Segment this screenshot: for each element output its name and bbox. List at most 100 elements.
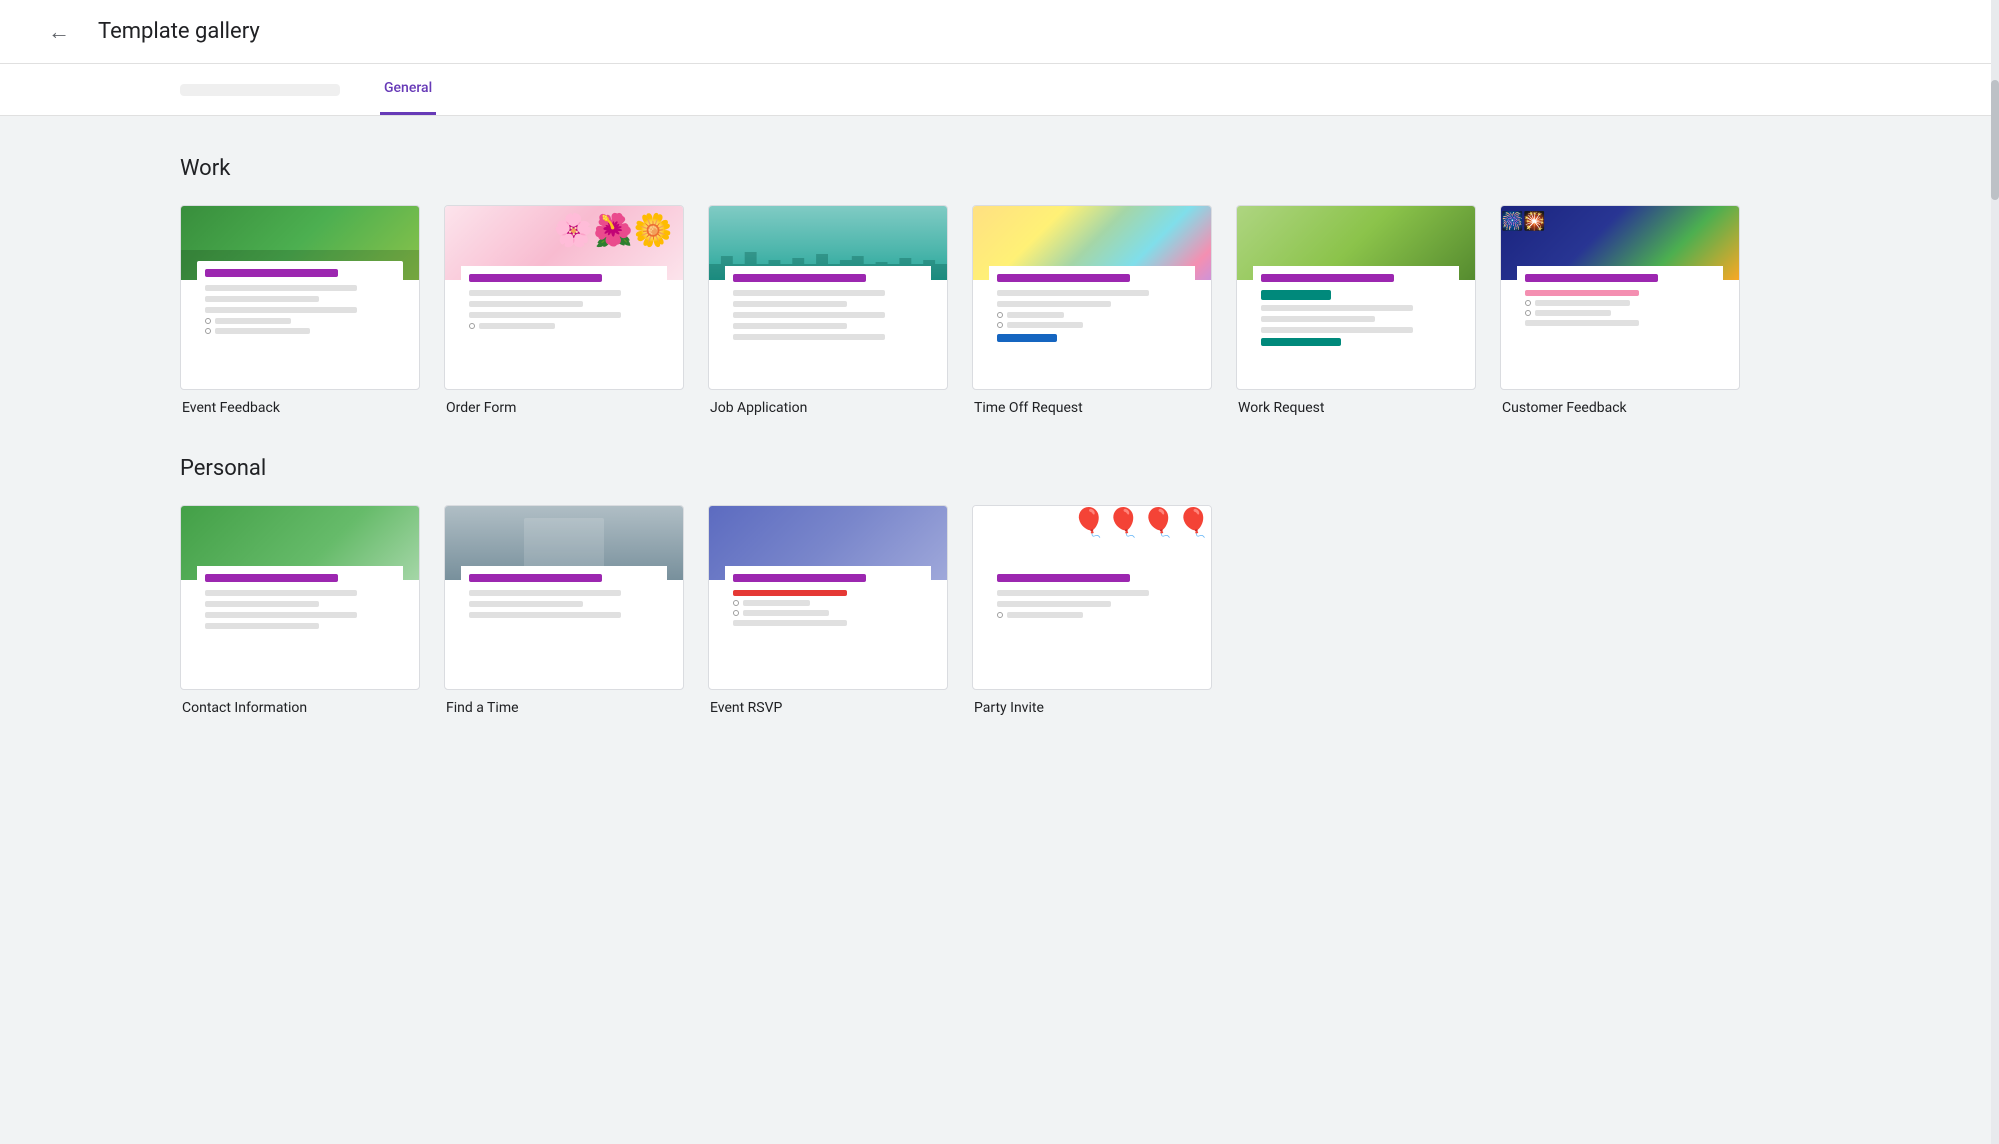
template-label-time-off-request: Time Off Request — [972, 400, 1212, 416]
form-radio-row — [1525, 310, 1715, 316]
form-line — [215, 318, 291, 324]
template-card-work-request[interactable]: Work Request — [1236, 205, 1476, 416]
form-line — [205, 307, 357, 313]
template-thumb-job-application — [708, 205, 948, 390]
form-line — [1525, 320, 1639, 326]
form-line — [205, 590, 357, 596]
page-title: Template gallery — [98, 19, 260, 44]
form-line — [997, 301, 1111, 307]
template-card-order-form[interactable]: 🌸🌺🌼 Order Form — [444, 205, 684, 416]
work-request-form-preview — [1253, 266, 1459, 385]
form-section-btn — [1261, 290, 1331, 300]
form-title-bar — [205, 269, 338, 277]
form-line — [1261, 316, 1375, 322]
event-rsvp-form-preview — [725, 566, 931, 685]
form-title-bar — [997, 574, 1130, 582]
form-line — [997, 590, 1149, 596]
template-card-party-invite[interactable]: 🎈🎈🎈🎈 Party Invite — [972, 505, 1212, 716]
form-line — [743, 610, 829, 616]
form-title-bar — [733, 274, 866, 282]
back-button[interactable]: ← — [40, 11, 78, 53]
template-label-order-form: Order Form — [444, 400, 684, 416]
form-title-bar — [469, 574, 602, 582]
template-thumb-time-off-request — [972, 205, 1212, 390]
form-line — [469, 312, 621, 318]
form-radio-row — [997, 312, 1187, 318]
tab-general[interactable]: General — [380, 64, 436, 115]
work-section-title: Work — [180, 156, 1819, 181]
template-card-contact-info[interactable]: Contact Information — [180, 505, 420, 716]
form-line — [997, 290, 1149, 296]
radio-icon — [1525, 310, 1531, 316]
scrollbar[interactable] — [1991, 0, 1999, 1144]
scrollbar-thumb[interactable] — [1991, 80, 1999, 200]
template-label-job-application: Job Application — [708, 400, 948, 416]
form-line — [205, 601, 319, 607]
form-title-bar — [1525, 274, 1658, 282]
form-line — [205, 623, 319, 629]
tabs-bar: General — [0, 64, 1999, 116]
form-radio-row — [997, 612, 1187, 618]
radio-icon — [997, 312, 1003, 318]
radio-icon — [469, 323, 475, 329]
template-thumb-work-request — [1236, 205, 1476, 390]
back-arrow-icon: ← — [48, 19, 70, 45]
form-line — [733, 290, 885, 296]
party-invite-form-preview — [989, 566, 1195, 685]
form-section-label — [1525, 290, 1639, 296]
form-radio-row — [1525, 300, 1715, 306]
form-line — [1535, 300, 1630, 306]
form-line — [205, 285, 357, 291]
blurred-tab[interactable] — [180, 84, 340, 96]
fireworks-icon: 🎆🎇 — [1501, 211, 1546, 232]
form-line — [743, 600, 810, 606]
form-line — [1007, 612, 1083, 618]
template-label-party-invite: Party Invite — [972, 700, 1212, 716]
template-card-event-feedback[interactable]: Event Feedback — [180, 205, 420, 416]
find-time-form-preview — [461, 566, 667, 685]
template-thumb-find-time — [444, 505, 684, 690]
form-line — [205, 296, 319, 302]
form-btn — [997, 334, 1057, 342]
main-content: Work — [0, 116, 1999, 796]
order-form-preview — [461, 266, 667, 385]
form-radio-row — [733, 600, 923, 606]
form-line — [205, 612, 357, 618]
form-line — [1535, 310, 1611, 316]
radio-icon — [733, 600, 739, 606]
flowers-icon: 🌸🌺🌼 — [553, 211, 673, 249]
form-radio-row — [205, 328, 395, 334]
job-app-form-preview — [725, 266, 931, 385]
form-line — [1261, 327, 1413, 333]
template-card-find-time[interactable]: Find a Time — [444, 505, 684, 716]
template-card-time-off-request[interactable]: Time Off Request — [972, 205, 1212, 416]
form-line — [733, 312, 885, 318]
form-radio-row — [205, 318, 395, 324]
contact-info-form-preview — [197, 566, 403, 685]
form-radio-row — [469, 323, 659, 329]
radio-icon — [997, 322, 1003, 328]
template-card-event-rsvp[interactable]: Event RSVP — [708, 505, 948, 716]
template-label-event-rsvp: Event RSVP — [708, 700, 948, 716]
template-label-work-request: Work Request — [1236, 400, 1476, 416]
form-line — [1007, 322, 1083, 328]
form-line — [469, 601, 583, 607]
form-line — [1261, 305, 1413, 311]
form-line — [469, 301, 583, 307]
form-line — [733, 323, 847, 329]
radio-icon — [1525, 300, 1531, 306]
event-feedback-form-preview — [197, 261, 403, 385]
template-thumb-contact-info — [180, 505, 420, 690]
template-thumb-order-form: 🌸🌺🌼 — [444, 205, 684, 390]
template-card-customer-feedback[interactable]: 🎆🎇 Customer Feedback — [1500, 205, 1740, 416]
template-card-job-application[interactable]: Job Application — [708, 205, 948, 416]
form-section-label — [733, 590, 847, 596]
template-thumb-event-rsvp — [708, 505, 948, 690]
form-line — [469, 612, 621, 618]
form-line — [733, 301, 847, 307]
radio-icon — [997, 612, 1003, 618]
form-title-bar — [469, 274, 602, 282]
form-line — [215, 328, 310, 334]
template-thumb-event-feedback — [180, 205, 420, 390]
form-title-bar — [1261, 274, 1394, 282]
